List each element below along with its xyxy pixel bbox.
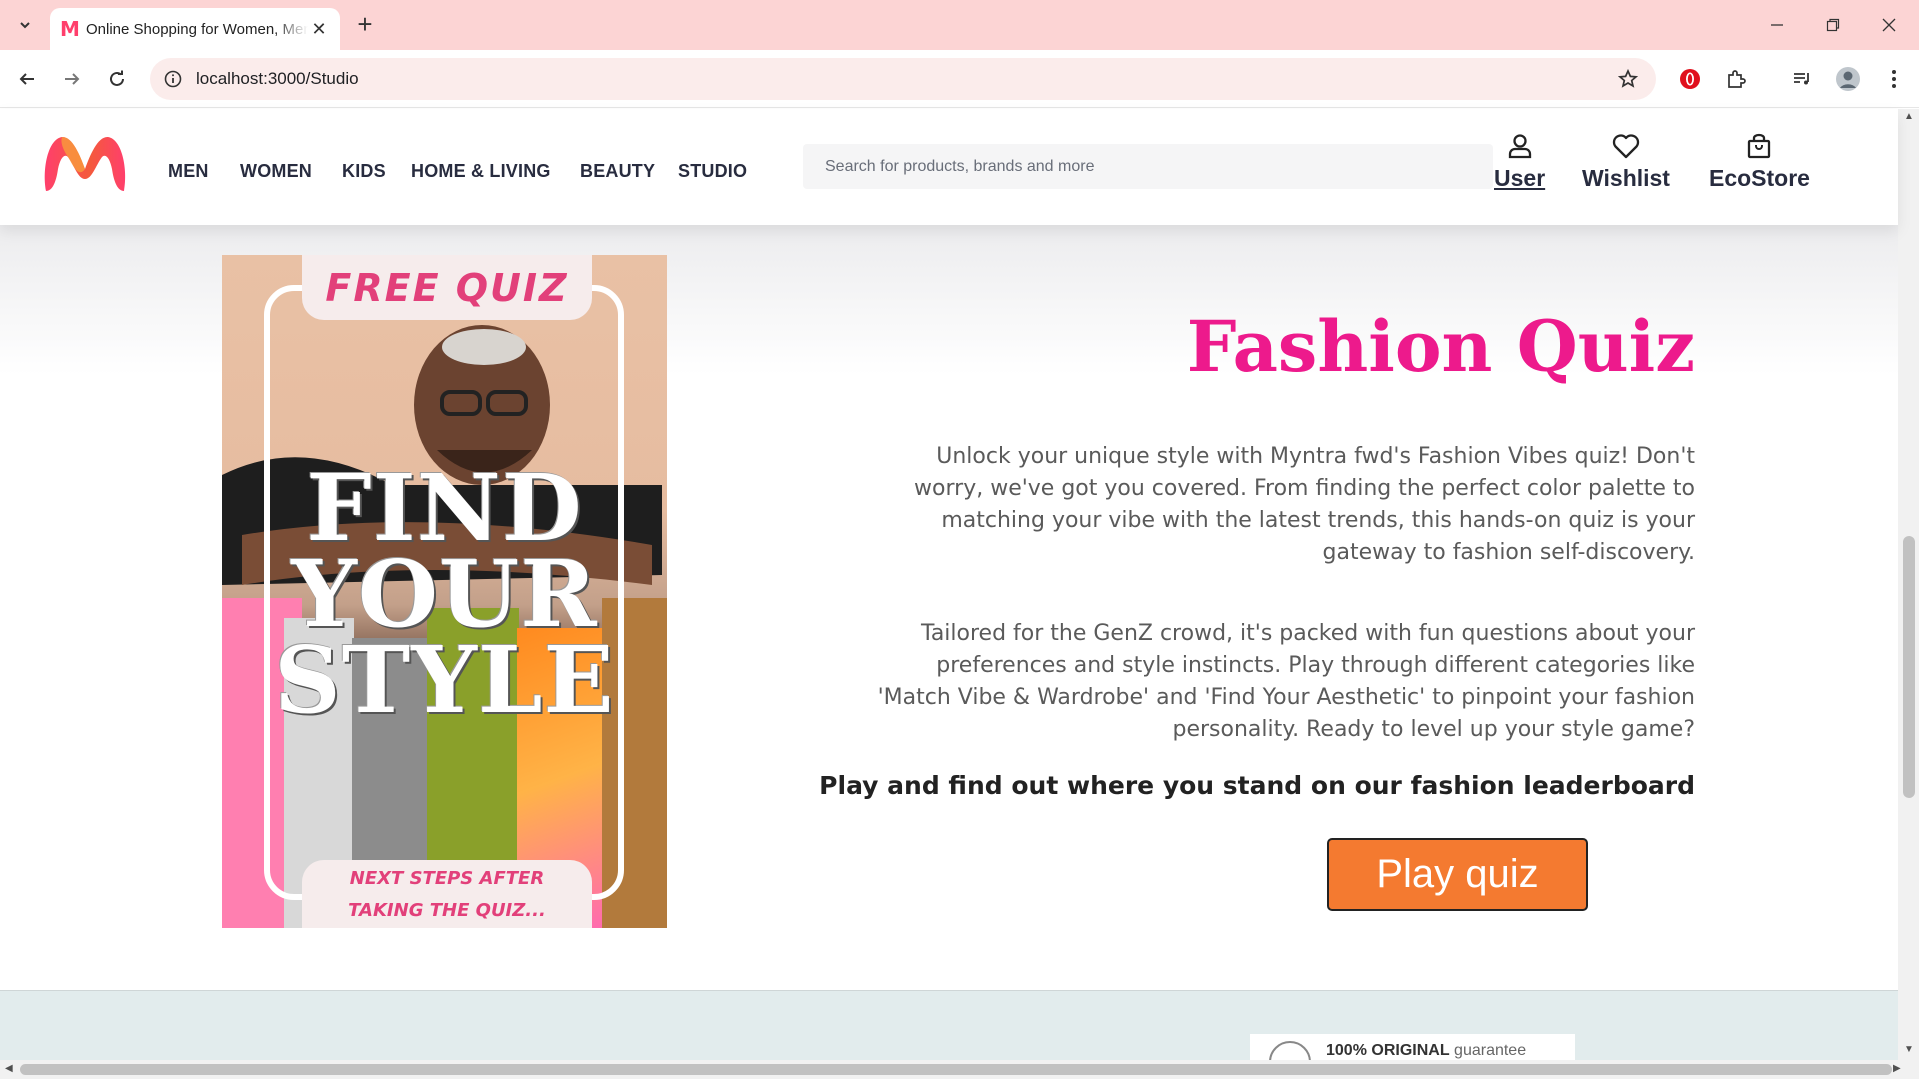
- quiz-poster-image: FREE QUIZ FIND YOUR STYLE NEXT STEPS AFT…: [222, 255, 667, 928]
- poster-badge-top-text: FREE QUIZ: [325, 265, 569, 310]
- browser-menu-button[interactable]: [1876, 61, 1912, 97]
- close-window-button[interactable]: [1869, 8, 1909, 42]
- wishlist-action[interactable]: Wishlist: [1582, 133, 1670, 192]
- avatar-icon: [1836, 67, 1860, 91]
- poster-headline-line-3: STYLE: [274, 626, 615, 734]
- restore-button[interactable]: [1813, 8, 1853, 42]
- vertical-scrollbar[interactable]: ▲ ▼: [1898, 109, 1919, 1060]
- myntra-favicon-icon: M: [60, 17, 80, 41]
- nav-item-men[interactable]: MEN: [168, 161, 209, 182]
- horizontal-scroll-thumb[interactable]: [20, 1064, 1892, 1075]
- opera-extension-button[interactable]: [1672, 61, 1708, 97]
- studio-main: FREE QUIZ FIND YOUR STYLE NEXT STEPS AFT…: [0, 225, 1898, 990]
- chevron-down-icon: [20, 22, 30, 29]
- original-guarantee-badge: 100% ORIGINAL guarantee: [1250, 1034, 1575, 1061]
- tab-close-icon[interactable]: ✕: [308, 19, 330, 40]
- footer: 100% ORIGINAL guarantee: [0, 990, 1898, 1061]
- quiz-details-paragraph: Tailored for the GenZ crowd, it's packed…: [877, 621, 1695, 742]
- poster-badge-bottom-text: NEXT STEPS AFTER TAKING THE QUIZ...: [348, 868, 546, 921]
- scroll-right-icon[interactable]: ▶: [1893, 1063, 1901, 1074]
- site-header: MEN WOMEN KIDS HOME & LIVING BEAUTY STUD…: [0, 109, 1898, 225]
- browser-tab-strip: M Online Shopping for Women, Men ✕ +: [0, 0, 1919, 50]
- site-info-icon[interactable]: [164, 70, 182, 88]
- nav-item-women[interactable]: WOMEN: [240, 161, 312, 182]
- kebab-menu-icon: [1892, 70, 1896, 88]
- leaderboard-callout: Play and find out where you stand on our…: [819, 771, 1695, 800]
- ecostore-action[interactable]: EcoStore: [1709, 133, 1810, 192]
- ecostore-label: EcoStore: [1709, 165, 1810, 191]
- poster-headline-line-1: FIND: [306, 454, 583, 562]
- reload-button[interactable]: [99, 61, 135, 97]
- opera-icon: [1680, 69, 1700, 89]
- scroll-left-icon[interactable]: ◀: [5, 1063, 13, 1074]
- restore-icon: [1826, 18, 1840, 32]
- new-tab-button[interactable]: +: [350, 10, 380, 40]
- browser-tab[interactable]: M Online Shopping for Women, Men ✕: [50, 8, 340, 50]
- poster-headline-line-2: YOUR: [291, 540, 598, 648]
- nav-item-beauty[interactable]: BEAUTY: [580, 161, 655, 182]
- tab-search-button[interactable]: [8, 9, 42, 41]
- quiz-intro-paragraph: Unlock your unique style with Myntra fwd…: [914, 444, 1695, 565]
- profile-button[interactable]: [1830, 61, 1866, 97]
- original-badge-rest: guarantee: [1449, 1042, 1527, 1059]
- shopping-bag-icon: [1748, 133, 1771, 159]
- nav-item-studio[interactable]: STUDIO: [678, 161, 747, 182]
- wishlist-label: Wishlist: [1582, 165, 1670, 191]
- vertical-scroll-thumb[interactable]: [1903, 536, 1915, 798]
- address-bar[interactable]: localhost:3000/Studio: [150, 58, 1656, 100]
- nav-item-kids[interactable]: KIDS: [342, 161, 386, 182]
- poster-badge-top: FREE QUIZ: [302, 255, 592, 320]
- forward-button[interactable]: [54, 61, 90, 97]
- horizontal-scrollbar[interactable]: ◀ ▶: [0, 1060, 1919, 1079]
- arrow-right-icon: [65, 73, 80, 85]
- user-action[interactable]: User: [1494, 133, 1545, 192]
- tab-title: Online Shopping for Women, Men: [86, 20, 308, 38]
- original-badge-bold: 100% ORIGINAL: [1326, 1042, 1450, 1059]
- user-label: User: [1494, 165, 1546, 191]
- browser-toolbar: localhost:3000/Studio: [0, 50, 1919, 108]
- page-title: Fashion Quiz: [1186, 305, 1695, 388]
- arrow-left-icon: [19, 73, 34, 85]
- search-input[interactable]: [803, 144, 1493, 189]
- media-control-button[interactable]: [1784, 61, 1820, 97]
- scroll-up-icon[interactable]: ▲: [1904, 111, 1914, 122]
- scroll-down-icon[interactable]: ▼: [1904, 1044, 1914, 1055]
- url-text: localhost:3000/Studio: [196, 69, 359, 88]
- back-button[interactable]: [9, 61, 45, 97]
- reload-icon: [110, 70, 124, 86]
- minimize-button[interactable]: [1757, 8, 1797, 42]
- poster-badge-bottom: NEXT STEPS AFTER TAKING THE QUIZ...: [302, 860, 592, 928]
- minimize-icon: [1771, 24, 1783, 26]
- playlist-icon: [1794, 73, 1809, 85]
- search-bar: [803, 144, 1493, 189]
- nav-item-home-living[interactable]: HOME & LIVING: [411, 161, 551, 182]
- original-seal-icon: [1269, 1041, 1311, 1061]
- extensions-button[interactable]: [1718, 61, 1754, 97]
- user-icon: [1508, 134, 1531, 159]
- puzzle-icon: [1728, 70, 1746, 88]
- myntra-logo-icon[interactable]: [42, 133, 128, 195]
- heart-icon: [1612, 134, 1640, 159]
- bookmark-star-icon[interactable]: [1618, 69, 1638, 89]
- close-icon: [1882, 18, 1896, 32]
- play-quiz-button[interactable]: Play quiz: [1327, 838, 1588, 911]
